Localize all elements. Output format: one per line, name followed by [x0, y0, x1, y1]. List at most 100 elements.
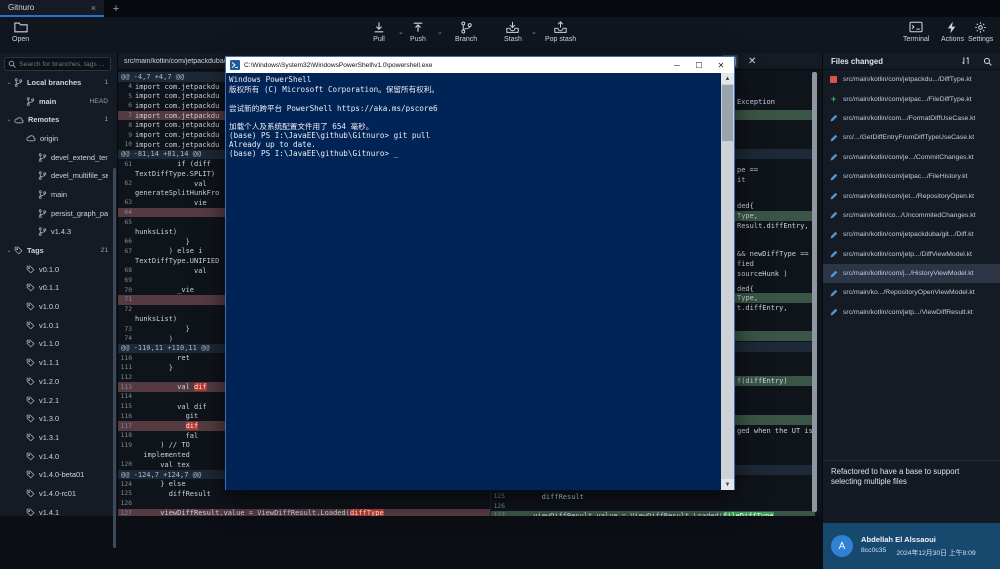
sidebar-item-v1-0-1[interactable]: v1.0.1 [0, 316, 118, 335]
modified-icon [829, 211, 838, 219]
file-path: src/main/kotlin/com/jet.../RepositoryOpe… [843, 193, 974, 200]
modified-icon [829, 270, 838, 278]
tag-icon [26, 321, 35, 330]
close-diff-icon[interactable]: ✕ [748, 56, 756, 67]
changed-file-row[interactable]: src/main/kotlin/com/jetpackdu.../DiffTyp… [823, 70, 1000, 89]
sidebar-section-local-branches[interactable]: ⌄Local branches1 [0, 73, 118, 92]
sidebar-item-devel-extend-termina[interactable]: devel_extend_termina [0, 148, 118, 167]
commit-hash: 8cc0c35 [861, 547, 886, 557]
item-label: Tags [27, 246, 101, 255]
close-icon[interactable]: ✕ [712, 58, 730, 72]
changed-file-row[interactable]: src/main/kotlin/com/j.../HistoryViewMode… [823, 264, 1000, 283]
changed-file-row[interactable]: src/main/ko.../RepositoryOpenViewModel.k… [823, 283, 1000, 302]
minimize-icon[interactable]: ─ [668, 58, 686, 72]
sidebar-item-origin[interactable]: origin [0, 129, 118, 148]
changed-file-row[interactable]: src/main/kotlin/com/jetp.../ViewDiffResu… [823, 303, 1000, 322]
changed-file-row[interactable]: src/.../GetDiffEntryFromDiffTypeUseCase.… [823, 128, 1000, 147]
sidebar-item-v1-2-1[interactable]: v1.2.1 [0, 391, 118, 410]
changed-file-row[interactable]: src/main/kotlin/com/jetpac.../FileHistor… [823, 167, 1000, 186]
line-text: import com.jetpackdu [135, 112, 219, 120]
files-search-icon[interactable] [983, 57, 992, 66]
changed-file-row[interactable]: src/main/kotlin/com/jetpackduba/git.../D… [823, 225, 1000, 244]
chevron-down-icon[interactable]: ⌄ [4, 79, 14, 86]
line-text: } [135, 238, 190, 246]
powershell-scrollbar[interactable]: ▲ ▼ [721, 73, 734, 490]
item-label: v0.1.0 [39, 265, 108, 274]
sidebar-item-devel-multifile-selecti[interactable]: devel_multifile_selecti [0, 166, 118, 185]
chevron-down-icon[interactable]: ⌄ [4, 116, 14, 123]
sidebar-item-main[interactable]: main [0, 185, 118, 204]
tab-close-icon[interactable]: × [91, 3, 96, 13]
sidebar-section-tags[interactable]: ⌄ Tags21 [0, 241, 118, 260]
changed-file-row[interactable]: src/main/kotlin/com/jetp.../DiffViewMode… [823, 245, 1000, 264]
sidebar-item-v0-1-1[interactable]: v0.1.1 [0, 279, 118, 298]
line-text: } [135, 364, 173, 372]
sidebar-item-v1-4-3[interactable]: v1.4.3 [0, 223, 118, 242]
group-by-icon[interactable] [961, 56, 971, 66]
sidebar-item-v1-4-1[interactable]: v1.4.1 [0, 503, 118, 516]
modified-icon [829, 250, 838, 258]
diff-scrollbar[interactable] [812, 72, 817, 512]
powershell-window[interactable]: C:\Windows\System32\WindowsPowerShell\v1… [225, 56, 735, 490]
branch-button[interactable]: Branch [455, 20, 477, 43]
powershell-titlebar[interactable]: C:\Windows\System32\WindowsPowerShell\v1… [226, 57, 734, 73]
sidebar-section-remotes[interactable]: ⌄Remotes1 [0, 110, 118, 129]
commit-author-card[interactable]: A Abdellah El Alssaoui 8cc0c35 2024年12月3… [823, 523, 1000, 569]
push-dropdown-icon[interactable]: ⌄ [437, 28, 443, 36]
line-number: 4 [118, 83, 135, 90]
changed-file-row[interactable]: src/main/kotlin/com.../FormatDiffUseCase… [823, 109, 1000, 128]
push-button[interactable]: Push [410, 20, 426, 43]
sidebar-item-v1-1-1[interactable]: v1.1.1 [0, 353, 118, 372]
actions-button[interactable]: Actions [941, 20, 964, 43]
tab-gitnuro[interactable]: Gitnuro × [0, 0, 104, 17]
sidebar-item-v1-1-0[interactable]: v1.1.0 [0, 335, 118, 354]
terminal-line: Windows PowerShell [229, 75, 718, 84]
sidebar-item-v1-0-0[interactable]: v1.0.0 [0, 297, 118, 316]
pull-dropdown-icon[interactable]: ⌄ [398, 28, 404, 36]
branch-search-box[interactable] [4, 57, 111, 71]
sidebar-item-v0-1-0[interactable]: v0.1.0 [0, 260, 118, 279]
sidebar-item-persist-graph-paddin[interactable]: persist_graph_paddin [0, 204, 118, 223]
changed-file-row[interactable]: src/main/kotlin/co.../UncommitedChanges.… [823, 206, 1000, 225]
branch-tree: ⌄Local branches1mainHEAD⌄Remotes1origind… [0, 73, 118, 516]
new-tab-button[interactable]: + [104, 0, 128, 17]
stash-button[interactable]: Stash [504, 20, 522, 43]
sidebar-scrollbar[interactable] [113, 168, 116, 548]
line-number: 115 [118, 403, 135, 410]
line-number: 66 [118, 238, 135, 245]
scroll-down-icon[interactable]: ▼ [721, 479, 734, 490]
search-input[interactable] [19, 61, 105, 68]
maximize-icon[interactable]: ☐ [690, 58, 708, 72]
scroll-thumb[interactable] [722, 85, 733, 141]
sidebar-item-v1-3-0[interactable]: v1.3.0 [0, 409, 118, 428]
tag-icon [26, 265, 35, 274]
pull-button[interactable]: Pull [373, 20, 385, 43]
sidebar-item-v1-4-0-beta01[interactable]: v1.4.0-beta01 [0, 465, 118, 484]
line-number: 65 [118, 219, 135, 226]
item-label: v1.0.0 [39, 302, 108, 311]
tag-icon [26, 414, 35, 423]
sidebar-item-v1-4-0-rc01[interactable]: v1.4.0-rc01 [0, 484, 118, 503]
item-label: v1.3.0 [39, 414, 108, 423]
item-badge: 21 [101, 247, 108, 254]
line-number: 69 [118, 277, 135, 284]
pop-stash-button[interactable]: Pop stash [545, 20, 576, 43]
terminal-icon [909, 20, 923, 34]
sidebar-item-v1-3-1[interactable]: v1.3.1 [0, 428, 118, 447]
line-number: 126 [491, 503, 508, 510]
sidebar-item-main[interactable]: mainHEAD [0, 92, 118, 111]
chevron-down-icon[interactable]: ⌄ [4, 247, 14, 254]
terminal-button[interactable]: Terminal [903, 20, 929, 43]
sidebar-item-v1-2-0[interactable]: v1.2.0 [0, 372, 118, 391]
open-button[interactable]: Open [12, 20, 29, 43]
changed-file-row[interactable]: src/main/kotlin/com/jet.../RepositoryOpe… [823, 186, 1000, 205]
changed-file-row[interactable]: +src/main/kotlin/com/jetpac.../FileDiffT… [823, 89, 1000, 108]
settings-button[interactable]: Settings [968, 20, 993, 43]
changed-file-row[interactable]: src/main/kotlin/com/je.../CommitChanges.… [823, 148, 1000, 167]
line-text: val [135, 383, 194, 391]
sidebar-item-v1-4-0[interactable]: v1.4.0 [0, 447, 118, 466]
stash-dropdown-icon[interactable]: ⌄ [531, 28, 537, 36]
scroll-up-icon[interactable]: ▲ [721, 73, 734, 84]
tag-icon [26, 358, 35, 367]
powershell-terminal[interactable]: Windows PowerShell版权所有 (C) Microsoft Cor… [226, 73, 734, 490]
